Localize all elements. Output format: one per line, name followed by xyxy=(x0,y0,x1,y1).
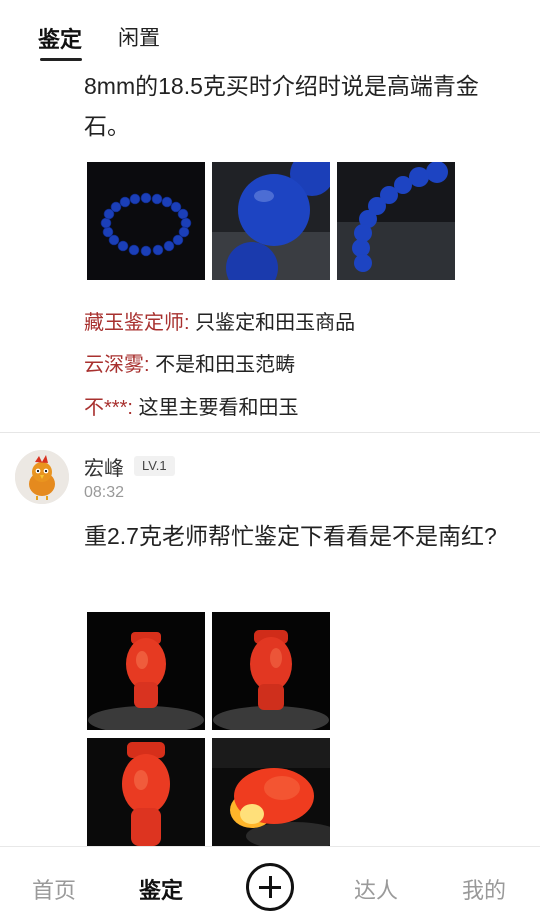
nav-home[interactable]: 首页 xyxy=(32,873,76,905)
tab-appraise[interactable]: 鉴定 xyxy=(38,22,82,54)
post-image-lapis-bead-closeup[interactable] xyxy=(212,162,330,280)
bottom-nav-bar: 首页 鉴定 达人 我的 xyxy=(0,846,540,924)
plus-circle-icon[interactable] xyxy=(246,863,294,911)
avatar[interactable] xyxy=(15,450,69,504)
level-badge: LV.1 xyxy=(134,456,175,476)
comment-text: 只鉴定和田玉商品 xyxy=(189,312,356,334)
comment-author[interactable]: 不***: xyxy=(84,397,133,419)
post-divider xyxy=(0,432,540,433)
post-time: 08:32 xyxy=(84,484,125,501)
comment: 云深雾: 不是和田玉范畴 xyxy=(84,348,295,377)
username[interactable]: 宏峰 xyxy=(84,452,124,481)
comment: 藏玉鉴定师: 只鉴定和田玉商品 xyxy=(84,306,355,335)
post-text: 8mm的18.5克买时介绍时说是高端青金石。 xyxy=(84,73,479,139)
comment-author[interactable]: 云深雾: xyxy=(84,354,150,376)
comment: 不***: 这里主要看和田玉 xyxy=(84,391,298,420)
nav-appraise[interactable]: 鉴定 xyxy=(139,873,183,905)
comment-author[interactable]: 藏玉鉴定师: xyxy=(84,312,190,334)
post-image-red-carving-front[interactable] xyxy=(87,612,205,730)
post-image-lapis-bracelet[interactable] xyxy=(87,162,205,280)
tab-active-indicator xyxy=(40,58,82,61)
post-image-lapis-bead-strand[interactable] xyxy=(337,162,455,280)
comment-text: 这里主要看和田玉 xyxy=(132,397,299,419)
post-image-red-carving-side[interactable] xyxy=(212,612,330,730)
tab-idle-market[interactable]: 闲置 xyxy=(118,22,160,52)
post-text: 重2.7克老师帮忙鉴定下看看是不是南红? xyxy=(84,523,497,549)
comment-text: 不是和田玉范畴 xyxy=(149,354,296,376)
post-image-red-carving-backlit[interactable] xyxy=(212,738,330,856)
post-image-red-carving-closeup[interactable] xyxy=(87,738,205,856)
top-tab-bar: 鉴定 闲置 xyxy=(0,0,540,66)
nav-experts[interactable]: 达人 xyxy=(354,873,398,905)
nav-mine[interactable]: 我的 xyxy=(462,873,506,905)
